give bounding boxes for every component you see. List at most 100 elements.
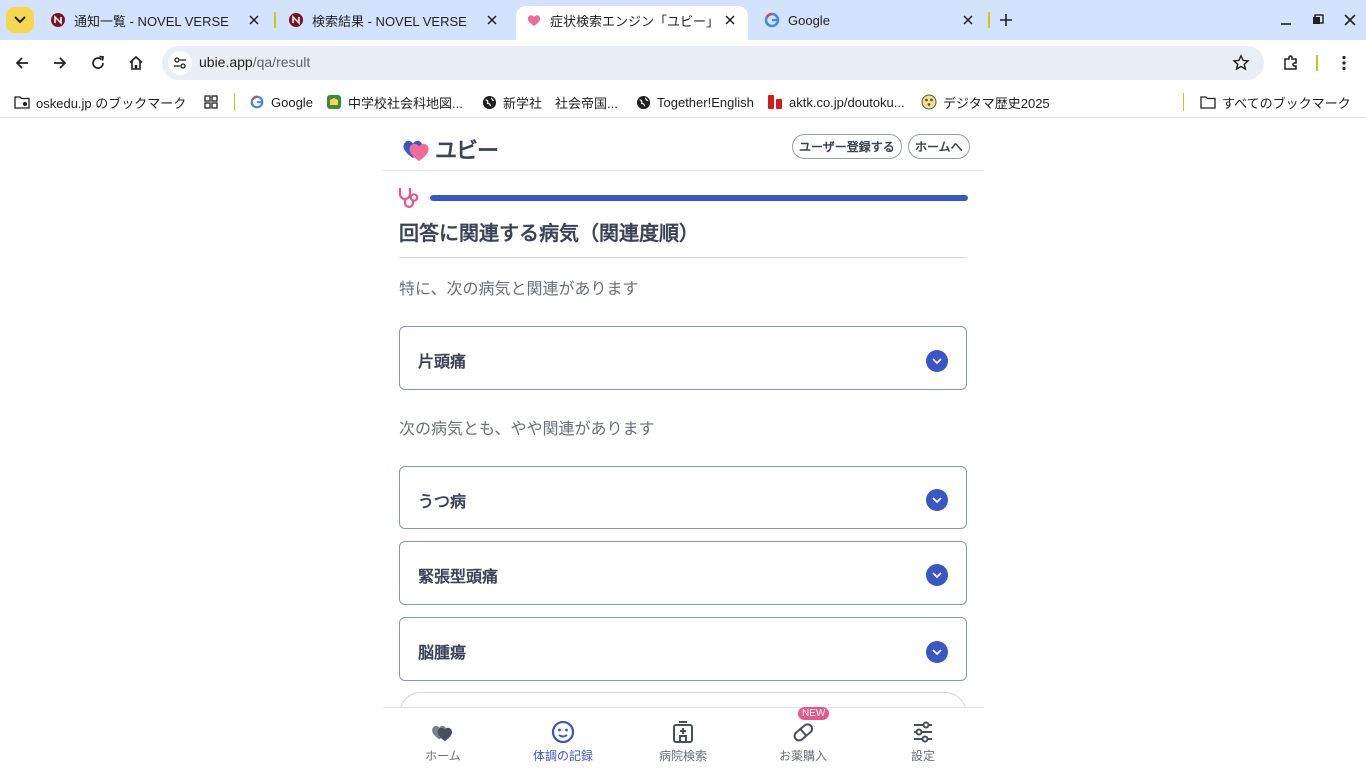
bookmark-oskedu[interactable]: oskedu.jp のブックマーク: [14, 92, 186, 112]
bookmark-separator: [1183, 93, 1184, 111]
ubie-logo[interactable]: ユビー: [401, 133, 499, 165]
nav-label: お薬購入: [778, 749, 827, 763]
restore-button[interactable]: [1306, 8, 1330, 32]
disease-name: 緊張型頭痛: [418, 567, 499, 586]
close-icon[interactable]: [484, 12, 500, 28]
home-link-button[interactable]: ホームへ: [908, 134, 970, 159]
tab-google[interactable]: Google: [754, 6, 986, 34]
hospital-icon: [670, 719, 696, 745]
arrow-right-icon: [54, 57, 67, 69]
menu-button[interactable]: [1330, 49, 1358, 77]
school-icon: [326, 94, 342, 110]
sliders-icon: [910, 719, 936, 745]
site-info-icon[interactable]: [168, 51, 192, 75]
novel-verse-icon: [50, 12, 66, 28]
bottom-navigation: ホーム 体調の記録 病院検索 NEW お薬購入 設定: [383, 707, 984, 768]
bookmark-together-english[interactable]: Together!English: [635, 92, 754, 112]
minimize-icon: [1281, 23, 1291, 25]
bookmark-label: デジタマ歴史2025: [943, 95, 1050, 111]
new-badge: NEW: [798, 707, 830, 720]
bookmark-separator: [234, 93, 235, 111]
section-title: 回答に関連する病気（関連度順）: [399, 221, 699, 245]
bookmark-label: Together!English: [657, 94, 754, 110]
progress-bar: [430, 195, 968, 201]
bookmarks-bar: oskedu.jp のブックマーク Google 中学校社会科地図... 新学社…: [0, 86, 1366, 118]
close-icon[interactable]: [722, 12, 738, 28]
bookmark-shingakusha[interactable]: 新学社 社会帝国...: [481, 92, 618, 112]
address-bar[interactable]: ubie.app/qa/result: [162, 46, 1264, 80]
more-vertical-icon: [1342, 55, 1346, 71]
bookmark-label: 新学社 社会帝国...: [503, 95, 618, 111]
google-icon: [764, 12, 780, 28]
close-icon[interactable]: [960, 12, 976, 28]
url-text: ubie.app/qa/result: [199, 54, 310, 70]
close-window-button[interactable]: [1338, 8, 1362, 32]
nav-label: 病院検索: [658, 749, 707, 763]
tab-search-button[interactable]: [6, 7, 34, 33]
stethoscope-icon: [398, 188, 419, 209]
back-button[interactable]: [8, 49, 36, 77]
chevron-down-icon[interactable]: [926, 564, 948, 586]
tab-title: 検索結果 - NOVEL VERSE: [312, 13, 467, 29]
tab-title: 通知一覧 - NOVEL VERSE: [74, 13, 229, 29]
bookmark-aktk[interactable]: aktk.co.jp/doutoku...: [767, 92, 905, 112]
bookmark-star-icon[interactable]: [1232, 54, 1250, 72]
nav-settings[interactable]: 設定: [863, 708, 983, 768]
disease-card-migraine[interactable]: 片頭痛: [399, 326, 967, 390]
nav-medicine-purchase[interactable]: NEW お薬購入: [743, 707, 863, 768]
extensions-button[interactable]: [1277, 49, 1305, 77]
group-heading-moderate: 次の病気とも、やや関連があります: [399, 419, 655, 438]
progress-row: [397, 186, 969, 210]
divider: [399, 257, 967, 258]
all-bookmarks-label: すべてのブックマーク: [1222, 95, 1351, 111]
disease-card-tension-headache[interactable]: 緊張型頭痛: [399, 541, 967, 605]
puzzle-icon: [1284, 55, 1297, 70]
logo-text: ユビー: [435, 139, 499, 164]
tab-separator: [988, 12, 990, 28]
new-tab-button[interactable]: [994, 8, 1018, 32]
reload-icon: [92, 55, 104, 69]
nav-home[interactable]: ホーム: [383, 708, 503, 768]
nav-hospital-search[interactable]: 病院検索: [623, 708, 743, 768]
bookmark-label: 中学校社会科地図...: [348, 95, 463, 111]
bookmark-label: Google: [271, 94, 313, 110]
restore-icon: [1313, 14, 1324, 24]
app-header: ユビー ユーザー登録する ホームへ: [383, 122, 984, 171]
minimize-button[interactable]: [1274, 8, 1298, 32]
folder-user-icon: [14, 94, 30, 110]
disease-card-brain-tumor[interactable]: 脳腫瘍: [399, 617, 967, 681]
chevron-down-icon[interactable]: [926, 350, 948, 372]
tab-title: 症状検索エンジン「ユビー」: [550, 13, 716, 29]
tab-notifications[interactable]: 通知一覧 - NOVEL VERSE: [40, 6, 272, 34]
browser-toolbar: ubie.app/qa/result: [0, 40, 1366, 86]
pill-icon: NEW: [790, 707, 830, 745]
tab-search-results[interactable]: 検索結果 - NOVEL VERSE: [278, 6, 510, 34]
close-icon[interactable]: [246, 12, 262, 28]
globe-icon: [481, 94, 497, 110]
red-logo-icon: [767, 94, 783, 110]
home-button[interactable]: [122, 49, 150, 77]
url-path: /qa/result: [252, 54, 311, 70]
tab-ubie[interactable]: 症状検索エンジン「ユビー」: [516, 6, 748, 40]
forward-button[interactable]: [46, 49, 74, 77]
all-bookmarks-button[interactable]: すべてのブックマーク: [1200, 92, 1351, 112]
home-icon: [129, 55, 143, 70]
register-button[interactable]: ユーザー登録する: [792, 134, 902, 159]
tab-title: Google: [788, 12, 830, 28]
bookmark-school-map[interactable]: 中学校社会科地図...: [326, 92, 463, 112]
close-icon: [1344, 14, 1356, 26]
disease-name: うつ病: [418, 492, 467, 511]
disease-card-depression[interactable]: うつ病: [399, 466, 967, 529]
bookmark-google[interactable]: Google: [249, 92, 313, 112]
nav-health-record[interactable]: 体調の記録: [503, 708, 623, 768]
chevron-down-icon[interactable]: [926, 641, 948, 663]
apps-grid-icon: [203, 94, 219, 110]
chevron-down-icon[interactable]: [926, 489, 948, 511]
disease-name: 脳腫瘍: [418, 643, 467, 662]
bookmark-apps[interactable]: [203, 92, 225, 112]
folder-icon: [1200, 94, 1216, 110]
tab-strip: 通知一覧 - NOVEL VERSE 検索結果 - NOVEL VERSE 症状…: [0, 0, 1366, 40]
plus-icon: [1000, 14, 1012, 26]
bookmark-digitama[interactable]: デジタマ歴史2025: [921, 92, 1050, 112]
reload-button[interactable]: [84, 49, 112, 77]
